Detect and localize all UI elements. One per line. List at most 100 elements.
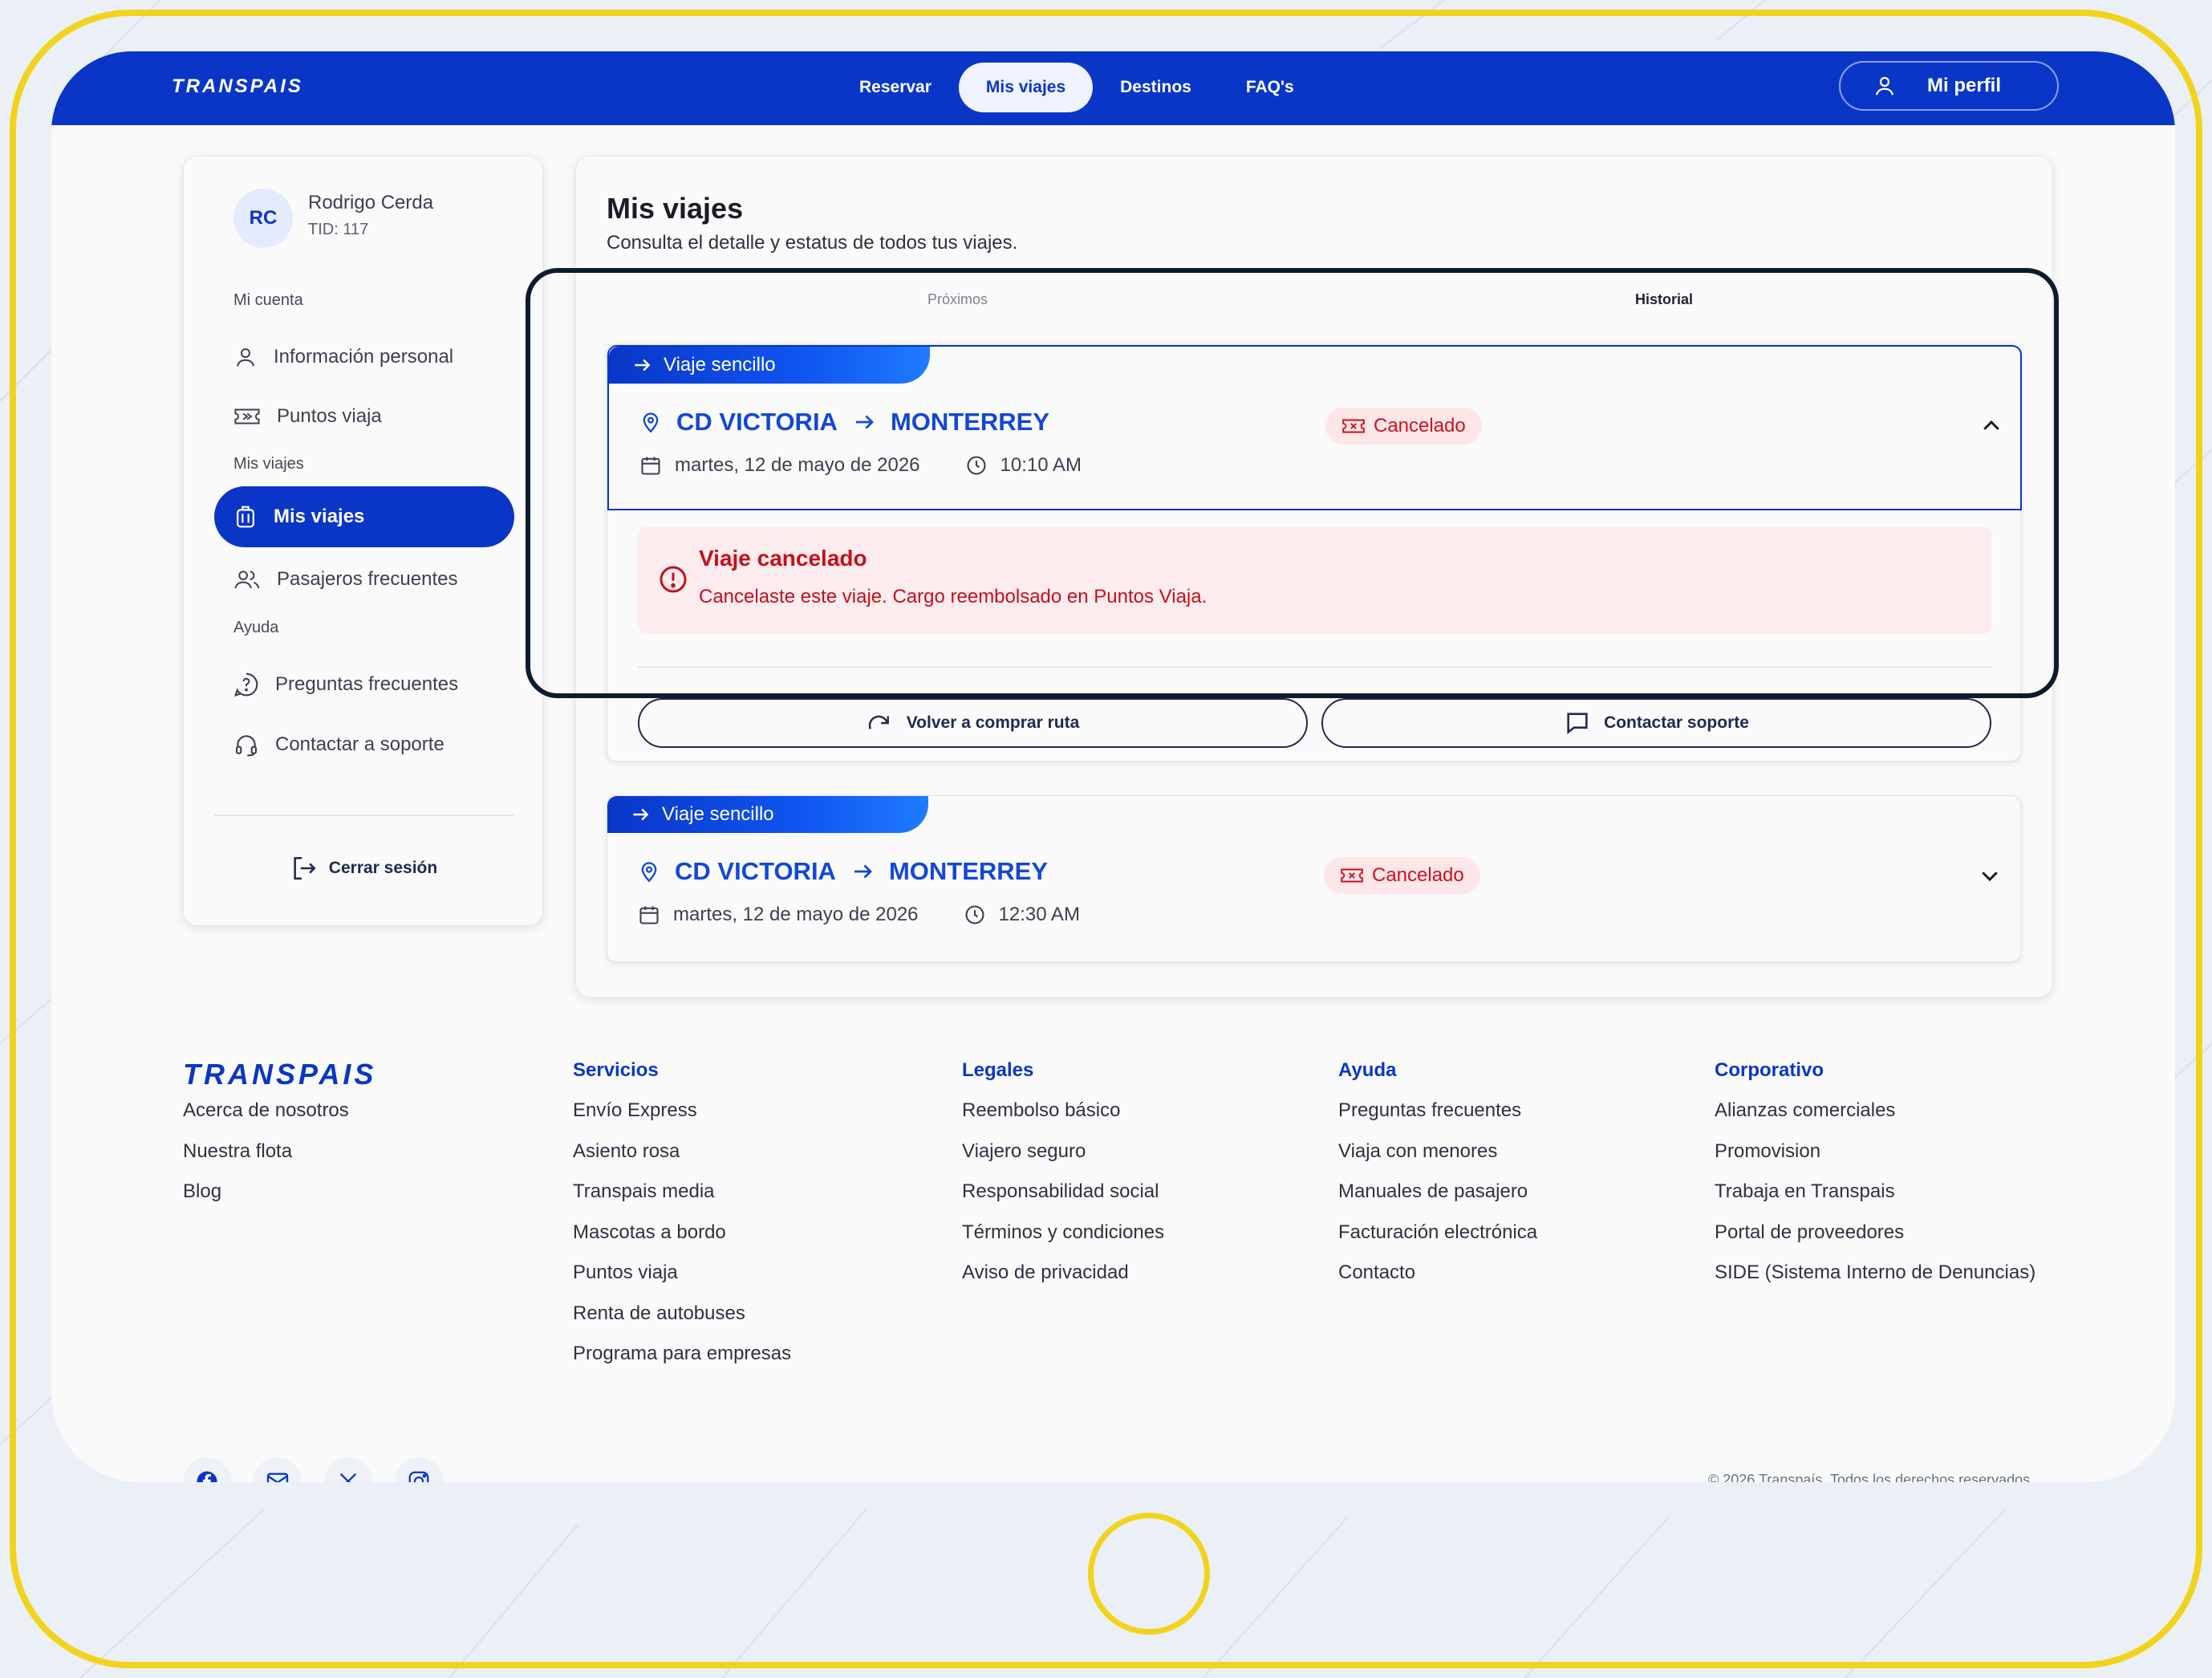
footer-link[interactable]: Preguntas frecuentes — [1338, 1099, 1537, 1140]
sidebar-item-frequent-passengers[interactable]: Pasajeros frecuentes — [214, 549, 514, 610]
trip-destination: MONTERREY — [888, 857, 1049, 885]
arrow-right-icon — [854, 864, 872, 879]
nav-link-destinos[interactable]: Destinos — [1093, 63, 1219, 112]
facebook-icon[interactable] — [183, 1457, 231, 1482]
location-pin-icon — [643, 412, 659, 433]
footer-link[interactable]: Renta de autobuses — [573, 1302, 791, 1343]
nav-link-mis-viajes[interactable]: Mis viajes — [958, 63, 1094, 112]
calendar-icon — [641, 457, 660, 475]
footer-link[interactable]: Responsabilidad social — [962, 1180, 1164, 1221]
sidebar-item-label: Preguntas frecuentes — [275, 673, 459, 695]
mail-icon[interactable] — [254, 1457, 302, 1482]
clock-icon — [966, 456, 986, 475]
trip-type-label: Viaje sencillo — [664, 354, 776, 376]
footer-link[interactable]: Facturación electrónica — [1338, 1221, 1537, 1262]
footer-link[interactable]: Envío Express — [573, 1099, 791, 1140]
footer-link[interactable]: Nuestra flota — [183, 1140, 349, 1181]
trip-card-header[interactable]: Viaje sencillo CD VICTORIA MONTERREY mar… — [607, 345, 2022, 510]
contact-support-button[interactable]: Contactar soporte — [1321, 698, 1991, 748]
sidebar-item-personal-info[interactable]: Información personal — [214, 327, 514, 388]
top-navigation: TRANSPAIS Reservar Mis viajes Destinos F… — [51, 51, 2175, 125]
footer-link[interactable]: Portal de proveedores — [1715, 1221, 2035, 1262]
footer-link[interactable]: Acerca de nosotros — [183, 1099, 349, 1140]
footer-link[interactable]: Asiento rosa — [573, 1140, 791, 1181]
redo-arrow-icon — [868, 715, 889, 729]
footer-link[interactable]: Alianzas comerciales — [1715, 1099, 2035, 1140]
clock-icon — [964, 905, 984, 924]
device-home-button[interactable] — [1088, 1513, 1210, 1635]
trip-destination: MONTERREY — [890, 408, 1050, 436]
tab-history[interactable]: Historial — [1635, 291, 1693, 308]
footer-column-title: Ayuda — [1338, 1059, 1397, 1081]
nav-link-reservar[interactable]: Reservar — [832, 63, 959, 112]
tab-upcoming[interactable]: Próximos — [927, 291, 988, 308]
brand-logo[interactable]: TRANSPAIS — [172, 75, 303, 98]
footer-link[interactable]: Términos y condiciones — [962, 1221, 1164, 1262]
alert-circle-icon — [660, 566, 687, 593]
instagram-icon[interactable] — [395, 1457, 443, 1482]
trip-type-tag: Viaje sencillo — [609, 347, 930, 384]
sidebar-item-my-trips[interactable]: Mis viajes — [214, 486, 514, 547]
ticket-icon — [234, 408, 260, 425]
trip-schedule: martes, 12 de mayo de 2026 12:30 AM — [638, 904, 1080, 926]
section-label-help: Ayuda — [233, 619, 279, 636]
arrow-right-icon — [635, 359, 651, 372]
rebuy-route-button[interactable]: Volver a comprar ruta — [638, 698, 1308, 748]
sidebar-item-faq[interactable]: Preguntas frecuentes — [214, 654, 514, 715]
footer-link[interactable]: Trabaja en Transpais — [1715, 1180, 2035, 1221]
account-sidebar: RC Rodrigo Cerda TID: 117 Mi cuenta Info… — [183, 156, 543, 926]
logout-button[interactable]: Cerrar sesión — [184, 855, 544, 882]
footer-link[interactable]: Contacto — [1338, 1262, 1537, 1302]
card-divider — [638, 666, 1991, 668]
trip-type-tag: Viaje sencillo — [607, 796, 928, 833]
users-icon — [234, 571, 260, 589]
user-icon — [1875, 76, 1894, 95]
chevron-up-icon[interactable] — [1979, 414, 2003, 438]
sidebar-item-travel-points[interactable]: Puntos viaja — [214, 386, 514, 447]
footer-link[interactable]: Programa para empresas — [573, 1343, 791, 1383]
chevron-down-icon[interactable] — [1978, 863, 2002, 888]
sidebar-item-contact-support[interactable]: Contactar a soporte — [214, 714, 514, 775]
page-title: Mis viajes — [607, 192, 744, 225]
section-label-account: Mi cuenta — [233, 291, 303, 309]
footer-link[interactable]: Promovision — [1715, 1140, 2035, 1181]
trip-origin: CD VICTORIA — [676, 408, 838, 436]
footer-column-corporativo: Corporativo Alianzas comerciales Promovi… — [1715, 1059, 2035, 1302]
section-label-trips: Mis viajes — [233, 455, 304, 473]
footer-link[interactable]: SIDE (Sistema Interno de Denuncias) — [1715, 1262, 2035, 1302]
trip-origin: CD VICTORIA — [675, 857, 836, 885]
footer-link[interactable]: Puntos viaja — [573, 1262, 791, 1302]
status-label: Cancelado — [1374, 415, 1466, 437]
sidebar-item-label: Puntos viaja — [277, 405, 382, 427]
x-icon[interactable] — [324, 1457, 372, 1482]
footer-link[interactable]: Viajero seguro — [962, 1140, 1164, 1181]
sidebar-item-label: Pasajeros frecuentes — [277, 568, 458, 590]
chat-icon — [1567, 713, 1588, 734]
alert-title: Viaje cancelado — [699, 546, 867, 571]
main-nav: Reservar Mis viajes Destinos FAQ's — [832, 63, 1321, 112]
nav-link-faqs[interactable]: FAQ's — [1219, 63, 1321, 112]
footer-about-links: Acerca de nosotros Nuestra flota Blog — [183, 1099, 349, 1221]
logout-label: Cerrar sesión — [328, 859, 438, 877]
trip-schedule: martes, 12 de mayo de 2026 10:10 AM — [639, 454, 1082, 477]
status-label: Cancelado — [1372, 864, 1464, 886]
footer-link[interactable]: Mascotas a bordo — [573, 1221, 791, 1262]
trip-card: Viaje sencillo CD VICTORIA MONTERREY mar… — [607, 344, 2022, 762]
footer-link[interactable]: Viaja con menores — [1338, 1140, 1537, 1181]
footer-link[interactable]: Blog — [183, 1180, 349, 1221]
footer-link[interactable]: Manuales de pasajero — [1338, 1180, 1537, 1221]
footer-link[interactable]: Transpais media — [573, 1180, 791, 1221]
trip-card[interactable]: Viaje sencillo CD VICTORIA MONTERREY mar… — [607, 795, 2021, 962]
trip-route: CD VICTORIA MONTERREY — [639, 408, 1049, 437]
footer-link[interactable]: Aviso de privacidad — [962, 1262, 1164, 1302]
trips-panel: Mis viajes Consulta el detalle y estatus… — [575, 156, 2053, 997]
arrow-right-icon — [855, 415, 874, 429]
user-tid: TID: 117 — [308, 221, 369, 238]
arrow-right-icon — [633, 808, 649, 821]
trip-route: CD VICTORIA MONTERREY — [638, 857, 1048, 886]
profile-button[interactable]: Mi perfil — [1839, 61, 2059, 111]
contact-support-label: Contactar soporte — [1604, 713, 1749, 732]
footer-brand-logo[interactable]: TRANSPAIS — [183, 1058, 376, 1091]
footer-link[interactable]: Reembolso básico — [962, 1099, 1164, 1140]
status-badge: Cancelado — [1325, 408, 1482, 445]
